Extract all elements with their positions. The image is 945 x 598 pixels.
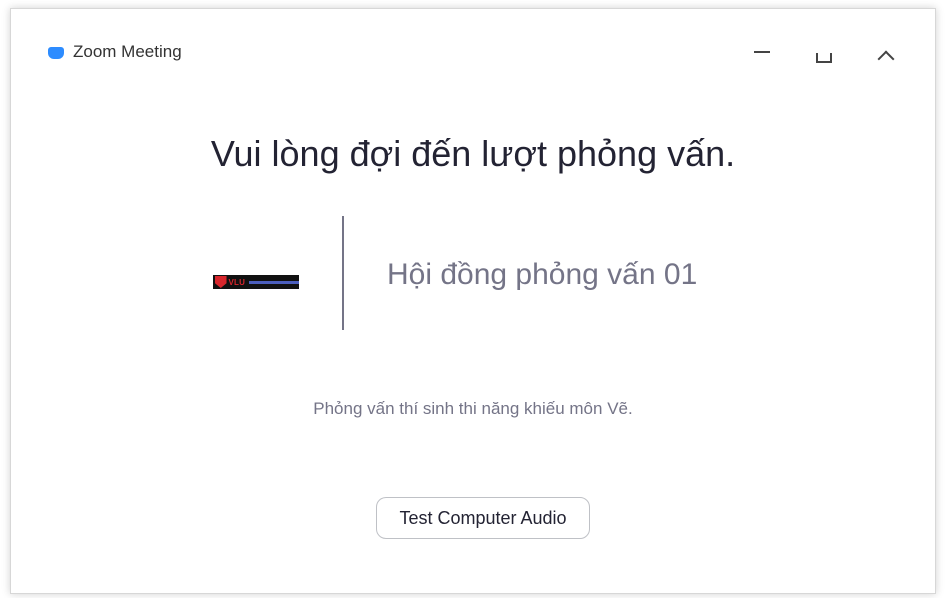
- vertical-divider: [342, 216, 344, 330]
- maximize-button[interactable]: [793, 37, 855, 71]
- host-info: VLU Hội đồng phỏng vấn 01: [11, 216, 935, 332]
- window-controls: [731, 37, 917, 71]
- zoom-meeting-window: Zoom Meeting Vui lòng đợi đến lượt phỏng…: [10, 8, 936, 594]
- logo-shield-icon: [215, 276, 227, 288]
- logo-mark: VLU: [228, 277, 246, 287]
- zoom-camera-icon: [48, 47, 64, 59]
- logo-stripe: [249, 280, 299, 284]
- test-computer-audio-button[interactable]: Test Computer Audio: [376, 497, 590, 539]
- maximize-icon: [816, 53, 832, 63]
- waiting-heading: Vui lòng đợi đến lượt phỏng vấn.: [210, 133, 736, 174]
- minimize-icon: [754, 51, 770, 53]
- meeting-description: Phỏng vấn thí sinh thi năng khiếu môn Vẽ…: [313, 399, 633, 418]
- window-title: Zoom Meeting: [73, 42, 182, 61]
- minimize-button[interactable]: [731, 37, 793, 71]
- title-bar: Zoom Meeting: [11, 9, 935, 69]
- host-name: Hội đồng phỏng vấn 01: [387, 258, 698, 291]
- chevron-up-icon: [877, 50, 895, 68]
- collapse-button[interactable]: [855, 37, 917, 71]
- university-logo: VLU: [213, 275, 299, 289]
